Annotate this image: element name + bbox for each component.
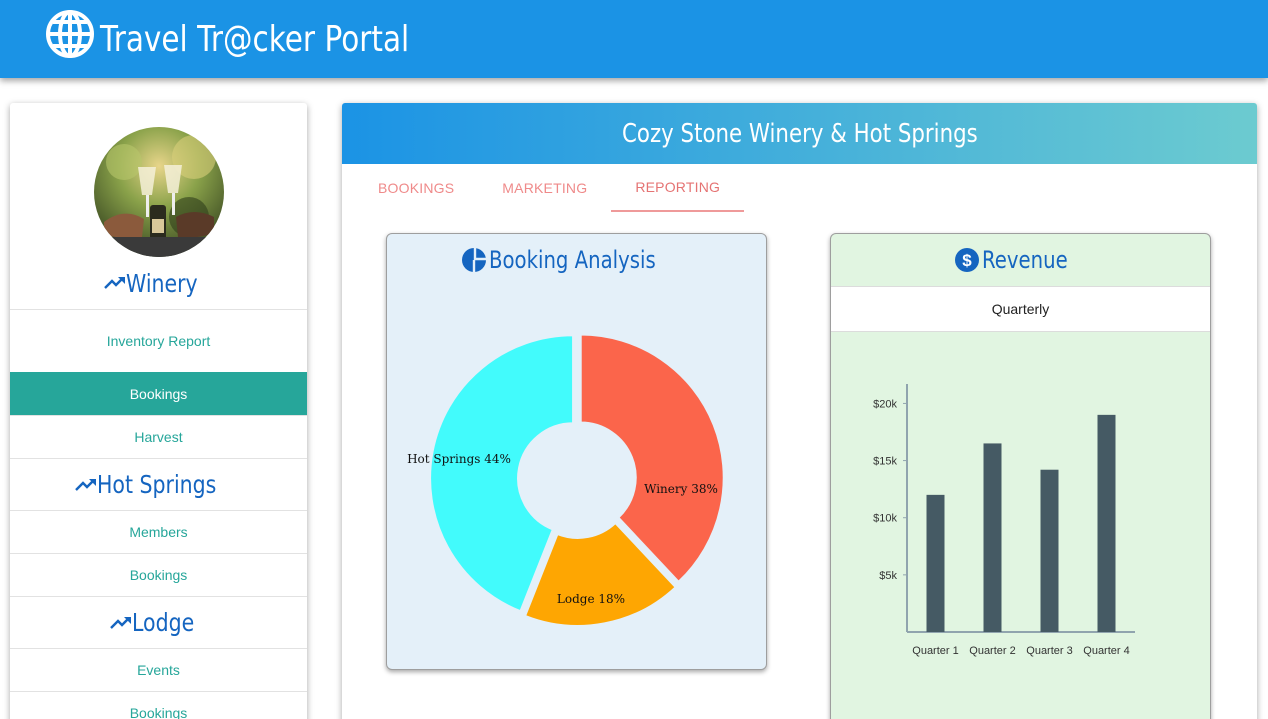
main-card: Cozy Stone Winery & Hot Springs BOOKINGS… (342, 103, 1257, 719)
booking-analysis-panel: Booking Analysis Winery 38% Lodge 18% Hot … (386, 233, 767, 670)
main-header: Cozy Stone Winery & Hot Springs (342, 103, 1257, 164)
sidebar-item-hot-springs-bookings[interactable]: Bookings (10, 553, 307, 596)
sidebar-item-winery-bookings[interactable]: Bookings (10, 372, 307, 415)
sidebar-item-events[interactable]: Events (10, 648, 307, 691)
pie-label: Lodge 18% (557, 592, 625, 606)
period-selector[interactable]: Quarterly (831, 286, 1210, 332)
pie-label: Winery 38% (644, 482, 718, 496)
tab-marketing[interactable]: MARKETING (478, 164, 611, 212)
dollar-icon: $ (955, 248, 980, 272)
revenue-panel: $ Revenue Quarterly $5k $10k $15k $20k Quart… (830, 233, 1211, 719)
sidebar-item-members[interactable]: Members (10, 510, 307, 553)
revenue-heading: $ Revenue (831, 234, 1210, 286)
bar-quarter-1 (926, 494, 945, 632)
y-tick-label: $15k (873, 456, 897, 468)
page-title: Cozy Stone Winery & Hot Springs (621, 118, 978, 149)
winery-avatar (93, 127, 224, 257)
y-tick-label: $10k (873, 513, 897, 525)
section-winery-heading: Winery (10, 257, 307, 309)
section-hot-springs-heading: Hot Springs (10, 458, 307, 510)
booking-pie-chart: Winery 38% Lodge 18% Hot Springs 44% (407, 333, 725, 627)
x-tick-label: Quarter 2 (969, 645, 1015, 657)
bar-quarter-3 (1040, 469, 1059, 632)
section-lodge-heading: Lodge (10, 596, 307, 648)
app-title: Travel Tr@cker Portal (100, 18, 410, 60)
tab-bookings[interactable]: BOOKINGS (354, 164, 478, 212)
revenue-bar-chart: $5k $10k $15k $20k Quarter 1 Quarter 2 Quarter… (873, 384, 1135, 657)
y-tick-label: $5k (879, 570, 897, 582)
app-header: Travel Tr@cker Portal (0, 0, 1268, 78)
x-tick-label: Quarter 4 (1083, 645, 1129, 657)
y-tick-label: $20k (873, 398, 897, 410)
bar-quarter-4 (1097, 414, 1116, 632)
pie-label: Hot Springs 44% (407, 452, 511, 466)
x-tick-label: Quarter 1 (912, 645, 958, 657)
bar-quarter-2 (983, 443, 1002, 632)
trending-up-icon (103, 277, 125, 289)
pie-chart-icon (461, 248, 486, 272)
sidebar-item-inventory-report[interactable]: Inventory Report (10, 309, 307, 372)
tab-bar: BOOKINGS MARKETING REPORTING (342, 164, 1257, 212)
svg-text:$: $ (963, 251, 973, 270)
x-tick-label: Quarter 3 (1026, 645, 1072, 657)
sidebar-item-harvest[interactable]: Harvest (10, 415, 307, 458)
trending-up-icon (109, 616, 131, 629)
globe-icon (46, 10, 94, 58)
tab-reporting[interactable]: REPORTING (611, 164, 745, 212)
sidebar: Winery Inventory Report Bookings Harvest… (10, 103, 307, 719)
sidebar-item-lodge-bookings[interactable]: Bookings (10, 691, 307, 719)
booking-analysis-heading: Booking Analysis (387, 234, 766, 286)
trending-up-icon (74, 478, 96, 491)
